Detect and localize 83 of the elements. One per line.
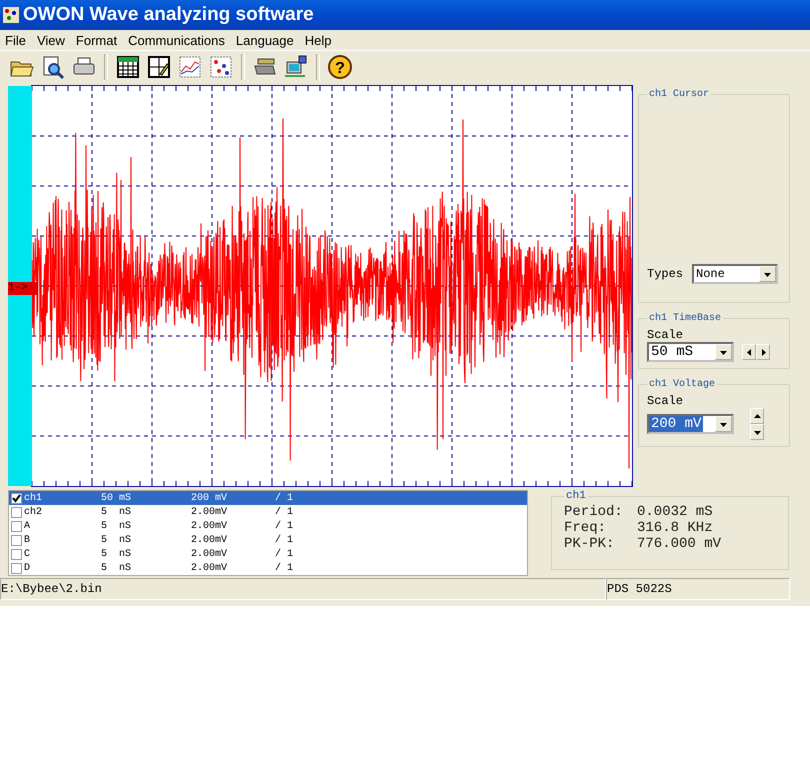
- menu-item[interactable]: Language: [230, 32, 300, 48]
- caret-icon: [720, 420, 727, 428]
- channel-row[interactable]: A 5 nS 2.00mV / 1: [9, 519, 527, 533]
- channel-name: B: [24, 534, 30, 546]
- scatter-chart-icon: [208, 54, 234, 80]
- channel-row[interactable]: C 5 nS 2.00mV / 1: [9, 547, 527, 561]
- timebase-cell-text: 5 nS: [101, 548, 132, 560]
- computer-icon: [283, 54, 309, 80]
- checkbox[interactable]: [11, 506, 22, 518]
- channel-row[interactable]: B 5 nS 2.00mV / 1: [9, 533, 527, 547]
- dropdown-button[interactable]: [715, 416, 732, 432]
- checkbox[interactable]: [11, 548, 22, 560]
- scale-label: Scale: [647, 328, 684, 342]
- app-icon: [3, 7, 19, 23]
- measurement-value: 316.8 KHz: [637, 520, 714, 536]
- voltage-cell-text: 2.00mV: [191, 562, 228, 574]
- voltage-cell-text: 2.00mV: [191, 548, 228, 560]
- dropdown-button[interactable]: [759, 266, 776, 282]
- scale-label: Scale: [647, 394, 684, 408]
- voltage-dropdown[interactable]: 200 mV: [647, 414, 734, 434]
- channel-name: D: [24, 562, 30, 574]
- measurement-value: 776.000 mV: [637, 536, 722, 552]
- probe-cell-text: / 1: [275, 492, 294, 504]
- menu-item[interactable]: Communications: [123, 32, 231, 48]
- timebase-cell-text: 5 nS: [101, 520, 132, 532]
- group-title: ch1 Cursor: [648, 89, 710, 100]
- channel-name: C: [24, 548, 30, 560]
- probe-cell-text: / 1: [275, 548, 294, 560]
- measurement-value: 0.0032 mS: [637, 504, 714, 520]
- menu-item[interactable]: View: [32, 32, 71, 48]
- measurement-label: Period:: [564, 504, 624, 520]
- group-title: ch1: [565, 490, 587, 502]
- window-title: OWON Wave analyzing software: [23, 4, 314, 26]
- voltage-cell-text: 2.00mV: [191, 534, 228, 546]
- probe-cell-text: / 1: [275, 520, 294, 532]
- probe-cell-text: / 1: [275, 562, 294, 574]
- menu-item[interactable]: File: [0, 32, 32, 48]
- help-button[interactable]: ?: [326, 53, 354, 81]
- menu-item[interactable]: Format: [70, 32, 124, 48]
- channel-row[interactable]: D 5 nS 2.00mV / 1: [9, 561, 527, 575]
- types-dropdown[interactable]: None: [692, 264, 778, 284]
- timebase-cell-text: 5 nS: [101, 562, 132, 574]
- probe-cell-text: / 1: [275, 506, 294, 518]
- timebase-cell-text: 50 mS: [101, 492, 132, 504]
- left-button[interactable]: [742, 344, 756, 360]
- probe-cell-text: / 1: [275, 534, 294, 546]
- table-button[interactable]: [114, 53, 142, 81]
- caret-icon: [720, 348, 727, 356]
- caret-icon: [754, 412, 760, 420]
- checkbox[interactable]: [11, 534, 22, 546]
- checkbox[interactable]: [11, 520, 22, 532]
- group-title: ch1 Voltage: [648, 379, 716, 390]
- checkbox[interactable]: [11, 562, 22, 574]
- timebase-cell-text: 5 nS: [101, 506, 132, 518]
- channel-row[interactable]: ch1 50 mS 200 mV / 1: [9, 491, 527, 505]
- timebase-cell-text: 5 nS: [101, 534, 132, 546]
- measurement-label: Freq:: [564, 520, 608, 536]
- chart-edit-button[interactable]: [145, 53, 173, 81]
- dropdown-button[interactable]: [715, 344, 732, 360]
- up-button[interactable]: [750, 408, 764, 424]
- menu-item[interactable]: Help: [300, 32, 338, 48]
- channel-marker[interactable]: 1->: [8, 282, 38, 295]
- channel-name: A: [24, 520, 30, 532]
- line-chart-icon: [177, 54, 203, 80]
- chart-edit-icon: [146, 54, 172, 80]
- caret-icon: [754, 428, 760, 436]
- device-name: PDS 5022S: [607, 582, 672, 596]
- checkbox[interactable]: [11, 492, 22, 504]
- types-label: Types: [647, 267, 684, 281]
- table-icon: [115, 54, 141, 80]
- voltage-cell-text: 2.00mV: [191, 506, 228, 518]
- voltage-cell-text: 200 mV: [191, 492, 228, 504]
- channel-row[interactable]: ch2 5 nS 2.00mV / 1: [9, 505, 527, 519]
- down-button[interactable]: [750, 424, 764, 440]
- timebase-dropdown[interactable]: 50 mS: [647, 342, 734, 362]
- channel-name: ch2: [24, 506, 42, 518]
- measurement-label: PK-PK:: [564, 536, 616, 552]
- group-title: ch1 TimeBase: [648, 313, 722, 324]
- caret-icon: [764, 270, 772, 278]
- file-path: E:\Bybee\2.bin: [1, 582, 102, 596]
- channel-name: ch1: [24, 492, 42, 504]
- voltage-cell-text: 2.00mV: [191, 520, 228, 532]
- right-button[interactable]: [756, 344, 770, 360]
